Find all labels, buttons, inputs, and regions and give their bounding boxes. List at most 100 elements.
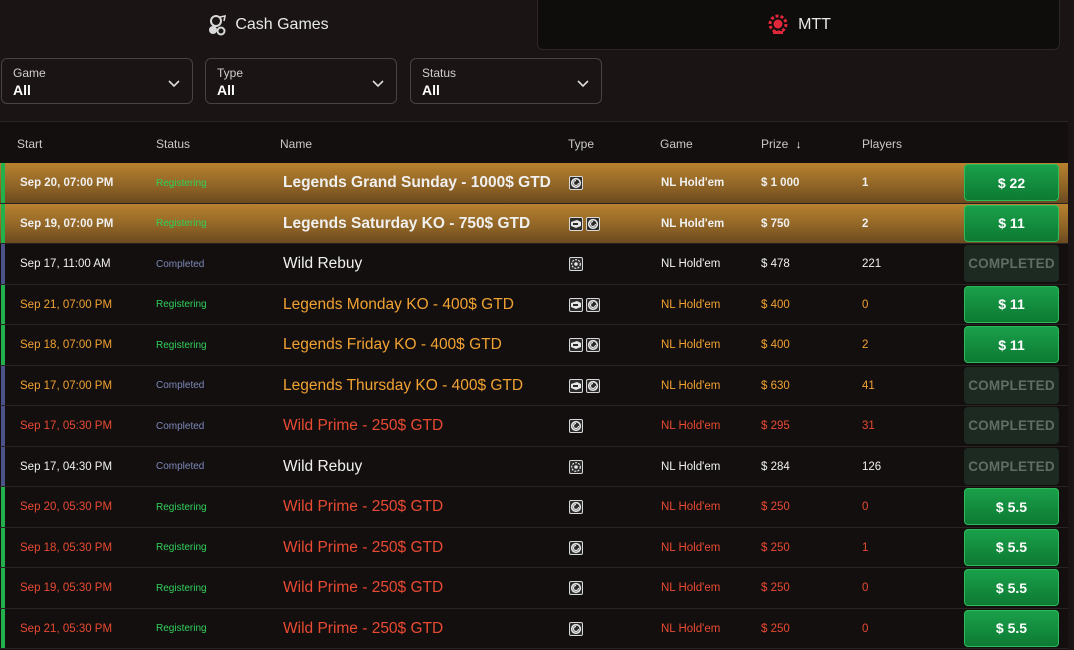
tab-mtt-label: MTT <box>798 15 831 33</box>
header-start[interactable]: Start <box>17 137 42 151</box>
table-row[interactable]: Sep 17, 04:30 PM Completed Wild Rebuy NL Ho… <box>0 446 1068 487</box>
status-badge: Completed <box>156 258 205 270</box>
player-count: 0 <box>862 582 869 594</box>
player-count: 1 <box>862 541 869 554</box>
register-buyin-button[interactable]: $ 5.5 <box>964 609 1059 647</box>
table-row[interactable]: Sep 17, 07:00 PM Completed Legends Thursda… <box>0 365 1068 406</box>
knockout-icon <box>569 378 583 393</box>
header-game[interactable]: Game <box>660 137 693 151</box>
tournament-name[interactable]: Wild Prime - 250$ GTD <box>283 609 443 649</box>
status-indicator-bar <box>1 608 5 648</box>
rebuy-icon <box>569 459 583 474</box>
status-indicator-bar <box>1 244 5 284</box>
completed-button[interactable]: COMPLETED <box>964 245 1059 282</box>
chevron-down-icon <box>577 75 589 93</box>
game-filter-select[interactable]: Game All <box>1 58 193 104</box>
table-row[interactable]: Sep 17, 05:30 PM Completed Wild Prime - 25… <box>0 406 1068 447</box>
cash-games-icon <box>207 14 227 36</box>
status-indicator-bar <box>1 527 5 567</box>
tournament-name[interactable]: Wild Rebuy <box>283 447 362 487</box>
tournament-name[interactable]: Legends Friday KO - 400$ GTD <box>283 325 502 365</box>
prize-pool: $ 478 <box>761 258 790 270</box>
tournament-name[interactable]: Legends Saturday KO - 750$ GTD <box>283 204 530 244</box>
tournament-name[interactable]: Wild Prime - 250$ GTD <box>283 528 443 568</box>
tournament-name[interactable]: Legends Monday KO - 400$ GTD <box>283 285 514 325</box>
status-indicator-bar <box>1 487 5 527</box>
chevron-down-icon <box>372 75 384 93</box>
freezeout-icon <box>569 581 583 595</box>
tournament-name[interactable]: Wild Prime - 250$ GTD <box>283 406 443 446</box>
tab-mtt[interactable]: MTT <box>537 0 1060 50</box>
status-filter-select[interactable]: Status All <box>410 58 602 104</box>
table-row[interactable]: Sep 19, 07:00 PM Registering Legends Satur… <box>0 203 1068 244</box>
table-row[interactable]: Sep 19, 05:30 PM Registering Wild Prime - … <box>0 568 1068 609</box>
type-filter-select[interactable]: Type All <box>205 58 397 104</box>
register-buyin-button[interactable]: $ 11 <box>964 326 1059 363</box>
table-row[interactable]: Sep 18, 07:00 PM Registering Legends Frida… <box>0 325 1068 366</box>
prize-pool: $ 250 <box>761 541 790 554</box>
start-time: Sep 21, 07:00 PM <box>20 298 113 311</box>
status-indicator-bar <box>1 203 5 243</box>
sort-arrow-icon: ↓ <box>795 139 802 151</box>
status-badge: Registering <box>156 218 207 229</box>
start-time: Sep 20, 07:00 PM <box>20 177 114 189</box>
game-variant: NL Hold'em <box>661 582 721 594</box>
tournament-name[interactable]: Wild Prime - 250$ GTD <box>283 487 443 527</box>
header-players[interactable]: Players <box>862 137 902 151</box>
status-badge: Registering <box>156 582 207 594</box>
tournament-name[interactable]: Legends Grand Sunday - 1000$ GTD <box>283 163 551 203</box>
register-buyin-button[interactable]: $ 11 <box>964 285 1059 323</box>
game-filter-value: All <box>13 82 31 98</box>
prize-pool: $ 750 <box>761 217 790 230</box>
status-indicator-bar <box>1 325 5 365</box>
tournament-type-icons <box>569 163 583 203</box>
tournament-type-icons <box>569 366 600 406</box>
freezeout-icon <box>569 500 583 514</box>
completed-button[interactable]: COMPLETED <box>964 407 1059 444</box>
prize-pool: $ 250 <box>761 622 790 635</box>
register-buyin-button[interactable]: $ 5.5 <box>964 569 1059 606</box>
table-body: Sep 20, 07:00 PM Registering Legends Grand… <box>0 163 1068 649</box>
player-count: 41 <box>862 379 875 392</box>
freezeout-icon <box>586 378 600 393</box>
completed-button[interactable]: COMPLETED <box>964 447 1059 485</box>
table-row[interactable]: Sep 21, 07:00 PM Registering Legends Monda… <box>0 284 1068 325</box>
table-row[interactable]: Sep 17, 11:00 AM Completed Wild Rebuy NL Ho… <box>0 244 1068 285</box>
table-row[interactable]: Sep 21, 05:30 PM Registering Wild Prime - … <box>0 608 1068 649</box>
tournament-name[interactable]: Legends Thursday KO - 400$ GTD <box>283 366 523 406</box>
game-variant: NL Hold'em <box>661 541 721 554</box>
start-time: Sep 19, 07:00 PM <box>20 217 114 230</box>
status-badge: Registering <box>156 339 207 351</box>
table-row[interactable]: Sep 18, 05:30 PM Registering Wild Prime - … <box>0 527 1068 568</box>
status-indicator-bar <box>1 365 5 405</box>
status-badge: Registering <box>156 542 207 553</box>
tournament-name[interactable]: Wild Rebuy <box>283 244 362 284</box>
player-count: 0 <box>862 501 869 513</box>
status-indicator-bar <box>1 568 5 608</box>
prize-pool: $ 400 <box>761 298 790 311</box>
register-buyin-button[interactable]: $ 5.5 <box>964 528 1059 566</box>
register-buyin-button[interactable]: $ 11 <box>964 204 1059 242</box>
freezeout-icon <box>586 338 600 352</box>
game-variant: NL Hold'em <box>661 501 721 513</box>
header-status[interactable]: Status <box>156 137 190 151</box>
tab-cash-games[interactable]: Cash Games <box>0 0 536 50</box>
status-badge: Registering <box>156 299 207 310</box>
start-time: Sep 17, 07:00 PM <box>20 379 113 392</box>
game-variant: NL Hold'em <box>661 177 725 189</box>
table-row[interactable]: Sep 20, 05:30 PM Registering Wild Prime - … <box>0 487 1068 528</box>
freezeout-icon <box>569 419 583 433</box>
tournament-name[interactable]: Wild Prime - 250$ GTD <box>283 568 443 608</box>
register-buyin-button[interactable]: $ 5.5 <box>964 488 1059 525</box>
register-buyin-button[interactable]: $ 22 <box>964 164 1059 201</box>
header-name[interactable]: Name <box>280 137 312 151</box>
tournament-type-icons <box>569 528 583 568</box>
completed-button[interactable]: COMPLETED <box>964 366 1059 404</box>
table-row[interactable]: Sep 20, 07:00 PM Registering Legends Grand… <box>0 163 1068 204</box>
status-badge: Registering <box>156 623 207 634</box>
tournament-type-icons <box>569 568 583 608</box>
header-prize[interactable]: Prize ↓ <box>761 137 801 151</box>
tournament-type-icons <box>569 609 583 649</box>
header-type[interactable]: Type <box>568 137 594 151</box>
game-variant: NL Hold'em <box>661 420 721 432</box>
